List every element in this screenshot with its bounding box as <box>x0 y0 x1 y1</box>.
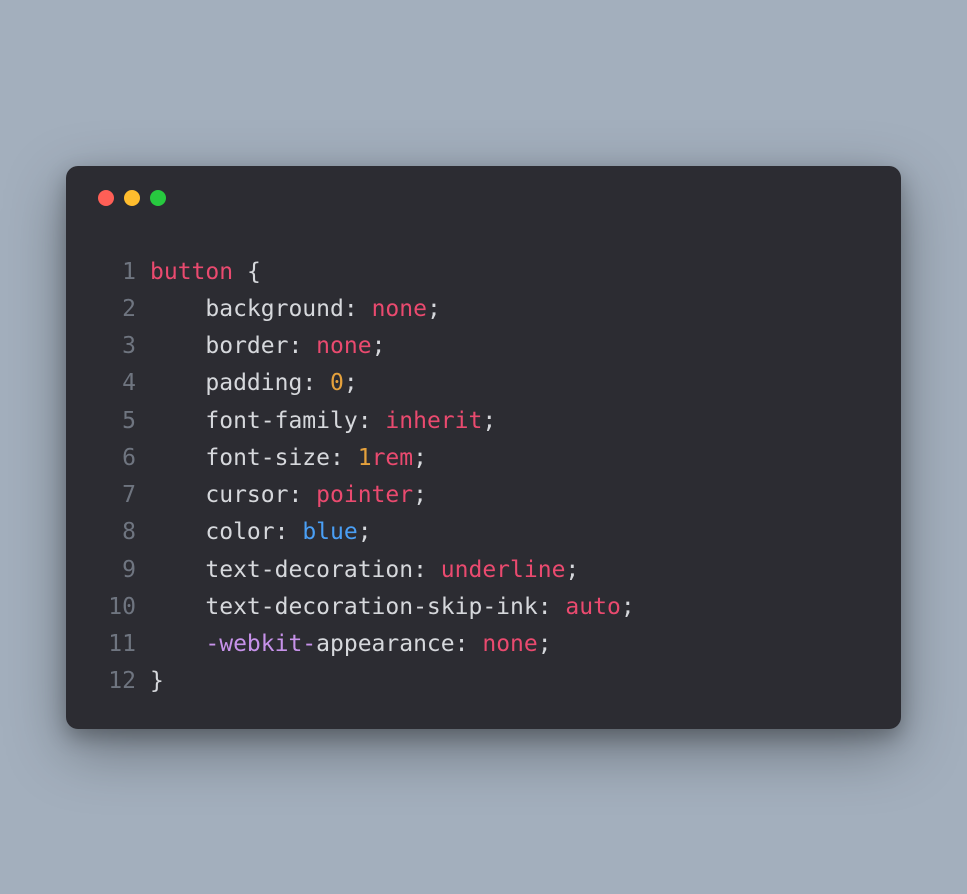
code-token: font-size <box>205 445 330 471</box>
code-token: blue <box>302 519 357 545</box>
code-token: ; <box>372 333 386 359</box>
code-token: : <box>538 594 566 620</box>
code-token: : <box>275 519 303 545</box>
code-line: 8color: blue; <box>94 514 873 551</box>
code-line-content: color: blue; <box>150 514 372 551</box>
code-token: } <box>150 668 164 694</box>
maximize-icon[interactable] <box>150 190 166 206</box>
code-token: text-decoration <box>205 557 413 583</box>
close-icon[interactable] <box>98 190 114 206</box>
code-line: 10text-decoration-skip-ink: auto; <box>94 589 873 626</box>
code-line: 3border: none; <box>94 328 873 365</box>
code-token: ; <box>482 408 496 434</box>
line-number: 7 <box>94 477 150 514</box>
line-number: 8 <box>94 514 150 551</box>
code-token: -webkit- <box>205 631 316 657</box>
code-token: cursor <box>205 482 288 508</box>
code-token: : <box>302 370 330 396</box>
code-token: ; <box>413 482 427 508</box>
code-token: border <box>205 333 288 359</box>
line-number: 10 <box>94 589 150 626</box>
code-line-content: font-size: 1rem; <box>150 440 427 477</box>
code-line-content: button { <box>150 254 261 291</box>
code-token: { <box>247 259 261 285</box>
code-token: ; <box>358 519 372 545</box>
code-token: background <box>205 296 343 322</box>
code-token: 0 <box>330 370 344 396</box>
code-token: text-decoration-skip-ink <box>205 594 537 620</box>
code-line-content: background: none; <box>150 291 441 328</box>
line-number: 12 <box>94 663 150 700</box>
code-token <box>233 259 247 285</box>
code-token: ; <box>344 370 358 396</box>
code-token: : <box>455 631 483 657</box>
code-line: 12} <box>94 663 873 700</box>
code-line-content: } <box>150 663 164 700</box>
code-line-content: border: none; <box>150 328 385 365</box>
code-token: font-family <box>205 408 357 434</box>
code-line: 7cursor: pointer; <box>94 477 873 514</box>
line-number: 6 <box>94 440 150 477</box>
window-controls <box>98 190 873 206</box>
code-token: ; <box>621 594 635 620</box>
code-token: : <box>288 482 316 508</box>
code-line-content: text-decoration: underline; <box>150 552 579 589</box>
code-token: rem <box>372 445 414 471</box>
code-token: : <box>358 408 386 434</box>
code-line-content: -webkit-appearance: none; <box>150 626 552 663</box>
code-token: : <box>330 445 358 471</box>
code-line-content: text-decoration-skip-ink: auto; <box>150 589 635 626</box>
code-token: : <box>413 557 441 583</box>
code-line-content: font-family: inherit; <box>150 403 496 440</box>
code-token: ; <box>538 631 552 657</box>
code-token: underline <box>441 557 566 583</box>
code-token: inherit <box>385 408 482 434</box>
code-line: 5font-family: inherit; <box>94 403 873 440</box>
line-number: 4 <box>94 365 150 402</box>
code-token: ; <box>413 445 427 471</box>
code-line: 4padding: 0; <box>94 365 873 402</box>
code-line-content: padding: 0; <box>150 365 358 402</box>
code-token: ; <box>565 557 579 583</box>
code-token: auto <box>565 594 620 620</box>
code-token: appearance <box>316 631 454 657</box>
line-number: 11 <box>94 626 150 663</box>
code-line: 9text-decoration: underline; <box>94 552 873 589</box>
line-number: 5 <box>94 403 150 440</box>
code-token: color <box>205 519 274 545</box>
line-number: 1 <box>94 254 150 291</box>
code-window: 1button {2background: none;3border: none… <box>66 166 901 729</box>
code-token: ; <box>427 296 441 322</box>
code-line: 11-webkit-appearance: none; <box>94 626 873 663</box>
code-token: none <box>316 333 371 359</box>
code-token: 1 <box>358 445 372 471</box>
code-token: padding <box>205 370 302 396</box>
line-number: 2 <box>94 291 150 328</box>
code-token: none <box>482 631 537 657</box>
code-token: : <box>344 296 372 322</box>
code-token: none <box>372 296 427 322</box>
code-token: button <box>150 259 233 285</box>
minimize-icon[interactable] <box>124 190 140 206</box>
code-line-content: cursor: pointer; <box>150 477 427 514</box>
code-token: pointer <box>316 482 413 508</box>
code-line: 6font-size: 1rem; <box>94 440 873 477</box>
line-number: 3 <box>94 328 150 365</box>
code-line: 2background: none; <box>94 291 873 328</box>
code-line: 1button { <box>94 254 873 291</box>
code-token: : <box>288 333 316 359</box>
line-number: 9 <box>94 552 150 589</box>
code-editor[interactable]: 1button {2background: none;3border: none… <box>94 254 873 701</box>
